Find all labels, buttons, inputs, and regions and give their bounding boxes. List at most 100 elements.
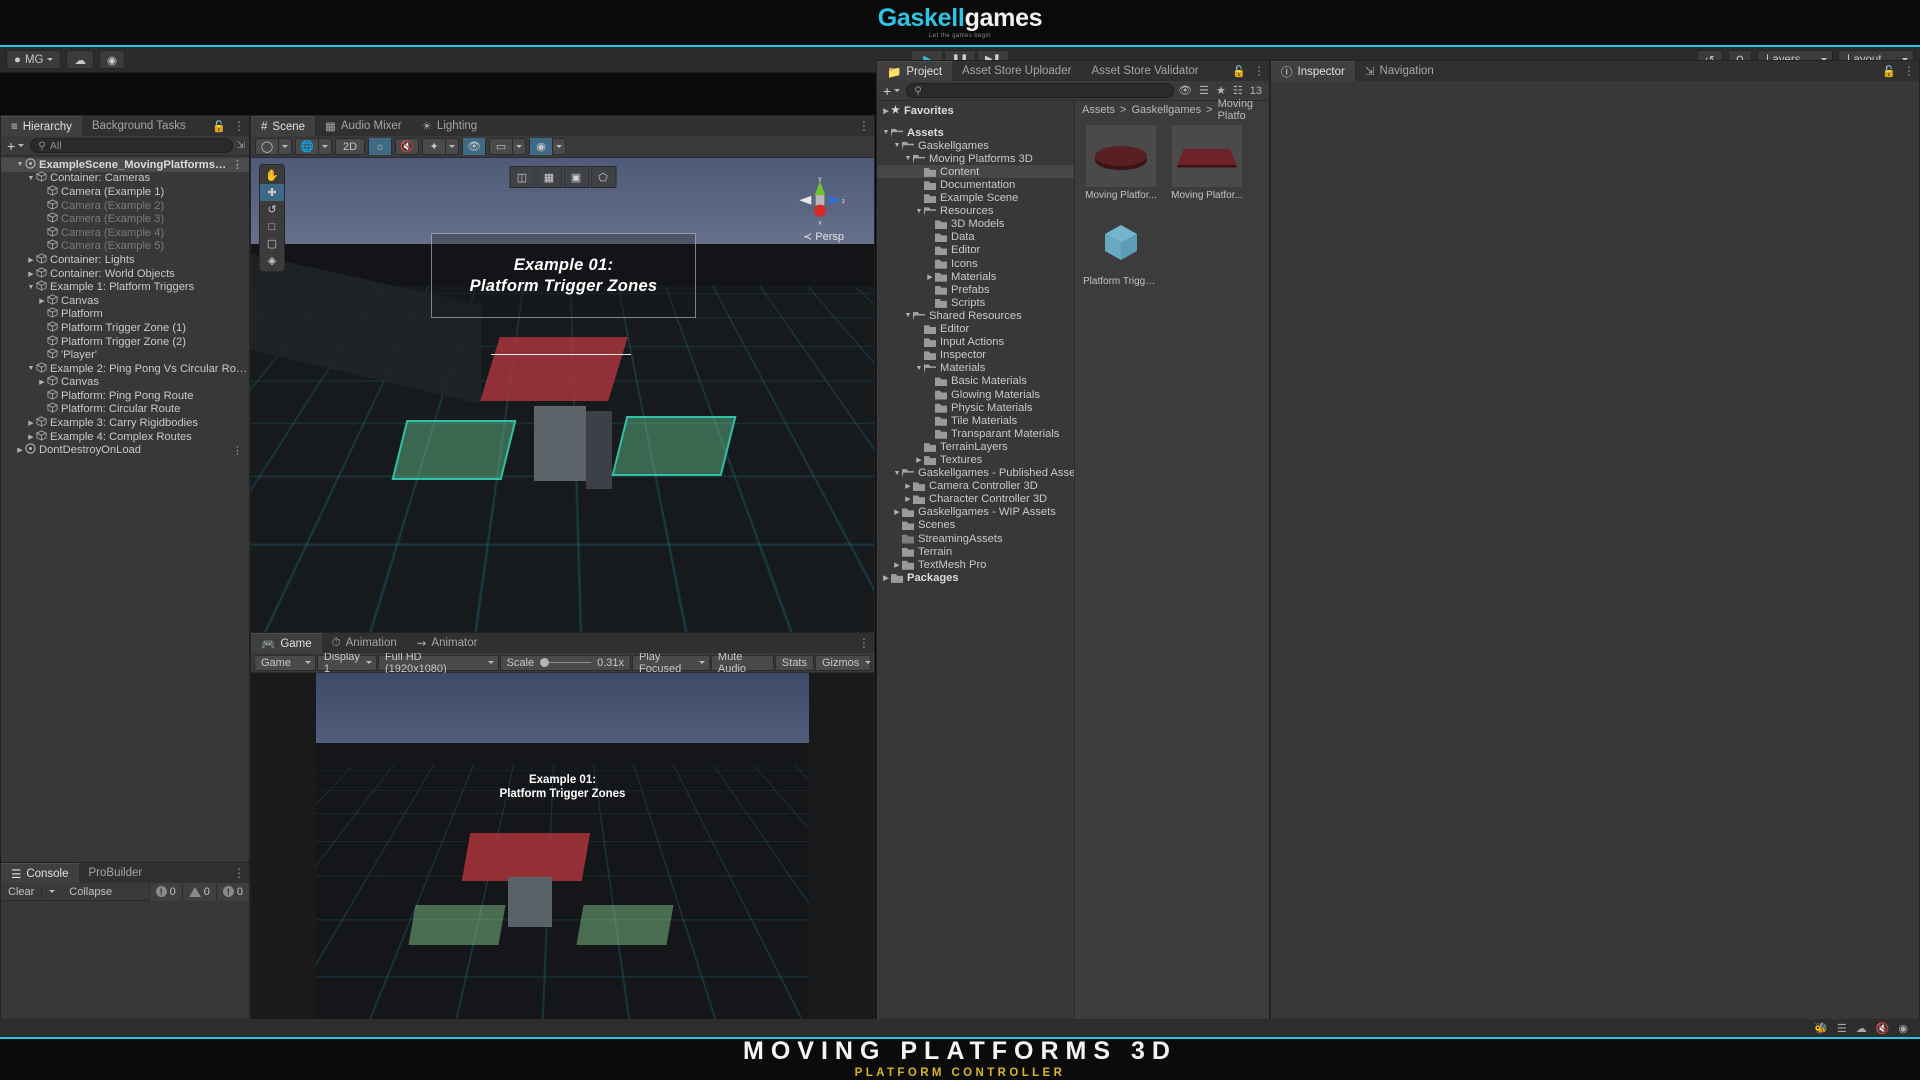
disclosure-triangle-icon[interactable]: ▼ [903, 312, 913, 319]
project-tree-item[interactable]: ▶ ★ Favorites [877, 104, 1074, 117]
kebab-menu-icon[interactable]: ⋮ [858, 636, 870, 650]
star-favorite-icon[interactable]: ★ [1216, 84, 1226, 97]
shade-textured-button[interactable]: ⬠ [590, 166, 616, 188]
layers-status-icon[interactable]: ☰ [1837, 1022, 1847, 1035]
filter-icon[interactable]: ☰ [1199, 84, 1209, 97]
project-tree-item[interactable]: Documentation [877, 178, 1074, 191]
tab-probuilder[interactable]: ProBuilder [79, 863, 153, 883]
resolution-dropdown[interactable]: Full HD (1920x1080) [377, 651, 499, 675]
tab-asset-store-uploader[interactable]: Asset Store Uploader [952, 61, 1081, 81]
hierarchy-item[interactable]: 'Player' [1, 348, 249, 362]
tab-inspector[interactable]: ⓘ Inspector [1271, 61, 1355, 81]
project-tree-item[interactable]: ▼ Moving Platforms 3D [877, 152, 1074, 165]
mute-status-icon[interactable]: 🔇 [1876, 1022, 1890, 1035]
disclosure-triangle-icon[interactable]: ▶ [26, 270, 36, 278]
hierarchy-item[interactable]: Platform Trigger Zone (2) [1, 334, 249, 349]
project-tree-item[interactable]: ▼ Materials [877, 362, 1074, 375]
scene-gizmos-dropdown[interactable]: ◉ [529, 138, 567, 155]
scene-lighting-toggle[interactable]: ☼ [368, 138, 393, 155]
collapse-toggle[interactable]: Collapse [62, 883, 119, 901]
tab-audio-mixer[interactable]: ▦ Audio Mixer [315, 116, 412, 136]
bug-icon[interactable]: 🐝 [1814, 1022, 1828, 1035]
tab-animator[interactable]: ⇝ Animator [407, 633, 488, 653]
cloud-button[interactable]: ☁ [66, 50, 94, 69]
kebab-menu-icon[interactable]: ⋮ [233, 119, 245, 133]
disclosure-triangle-icon[interactable]: ▶ [15, 446, 25, 454]
shade-grid-button[interactable]: ▦ [536, 166, 562, 188]
tab-game[interactable]: 🎮 Game [251, 633, 322, 653]
scene-camera-dropdown[interactable]: ▭ [489, 138, 527, 155]
cloud-status-icon[interactable]: ☁ [1856, 1022, 1867, 1035]
disclosure-triangle-icon[interactable]: ▶ [881, 107, 891, 115]
disclosure-triangle-icon[interactable]: ▼ [881, 129, 891, 136]
tab-animation[interactable]: ⏱ Animation [322, 633, 407, 653]
play-mode-dropdown[interactable]: Play Focused [632, 651, 710, 675]
project-tree-item[interactable]: Content [877, 165, 1074, 179]
tab-asset-store-validator[interactable]: Asset Store Validator [1081, 61, 1208, 81]
breadcrumb-item[interactable]: Gaskellgames [1131, 104, 1201, 116]
project-tree-item[interactable]: Basic Materials [877, 375, 1074, 388]
project-tree-item[interactable]: Terrain [877, 545, 1074, 558]
disclosure-triangle-icon[interactable]: ▼ [892, 142, 902, 149]
shading-mode-dropdown[interactable]: ◯ [255, 138, 292, 155]
disclosure-triangle-icon[interactable]: ▶ [925, 273, 935, 281]
transform-tool[interactable]: ◈ [260, 252, 284, 269]
disclosure-triangle-icon[interactable]: ▶ [892, 508, 902, 516]
disclosure-triangle-icon[interactable]: ▶ [37, 297, 47, 305]
project-tree-item[interactable] [877, 117, 1074, 126]
hierarchy-item[interactable]: ▶ Canvas [1, 375, 249, 390]
kebab-menu-icon[interactable]: ⋮ [858, 119, 870, 133]
project-tree-item[interactable]: 3D Models [877, 218, 1074, 231]
kebab-menu-icon[interactable]: ⋮ [232, 158, 249, 171]
disclosure-triangle-icon[interactable]: ▶ [881, 574, 891, 582]
create-asset-button[interactable]: + [881, 83, 902, 99]
hierarchy-item[interactable]: ▶ Example 3: Carry Rigidbodies [1, 416, 249, 430]
scene-shading-overlay[interactable]: ◫ ▦ ▣ ⬠ [509, 166, 616, 188]
gizmos-dropdown[interactable]: Gizmos [815, 654, 872, 671]
draw-mode-dropdown[interactable]: 🌐 [295, 138, 332, 155]
project-tree-item[interactable]: Inspector [877, 349, 1074, 362]
rotate-tool[interactable]: ↺ [260, 201, 284, 218]
hierarchy-search-input[interactable]: ⚲ All [30, 138, 233, 153]
hierarchy-item[interactable]: Camera (Example 5) [1, 239, 249, 254]
project-tree-item[interactable]: Tile Materials [877, 414, 1074, 427]
project-tree-item[interactable]: Example Scene [877, 192, 1074, 205]
disclosure-triangle-icon[interactable]: ▶ [903, 482, 913, 490]
project-tree-item[interactable]: ▶ TextMesh Pro [877, 558, 1074, 571]
breadcrumb-item[interactable]: Assets [1082, 104, 1115, 116]
kebab-menu-icon[interactable]: ⋮ [232, 444, 249, 457]
lock-icon[interactable]: 🔓 [1232, 65, 1246, 78]
disclosure-triangle-icon[interactable]: ▶ [26, 256, 36, 264]
project-tree-item[interactable]: Input Actions [877, 336, 1074, 349]
disclosure-triangle-icon[interactable]: ▼ [26, 284, 36, 291]
tab-hierarchy[interactable]: ≡ Hierarchy [1, 116, 82, 136]
hierarchy-item[interactable]: ▼ ExampleScene_MovingPlatforms3D* ⋮ [1, 158, 249, 172]
tab-scene[interactable]: # Scene [251, 116, 316, 136]
scale-slider[interactable]: Scale 0.31x [499, 654, 632, 671]
disclosure-triangle-icon[interactable]: ▼ [15, 161, 25, 168]
project-tree-item[interactable]: ▼ Gaskellgames - Published Assets [877, 467, 1074, 480]
project-tree-item[interactable]: Editor [877, 244, 1074, 257]
project-search-input[interactable]: ⚲ [906, 83, 1175, 98]
warning-count[interactable]: 0 [181, 882, 216, 901]
hand-tool[interactable]: ✋ [260, 167, 284, 184]
layout-icon[interactable]: ☷ [1233, 84, 1243, 97]
project-tree-item[interactable]: ▶ Camera Controller 3D [877, 480, 1074, 493]
disclosure-triangle-icon[interactable]: ▼ [26, 365, 36, 372]
inspector-content[interactable] [1271, 81, 1919, 1073]
scene-perspective-label[interactable]: ≺ Persp [803, 230, 844, 243]
asset-item[interactable]: Moving Platfor... [1169, 125, 1245, 201]
disclosure-triangle-icon[interactable]: ▶ [37, 378, 47, 386]
account-button[interactable]: ● MG [6, 50, 62, 69]
disclosure-triangle-icon[interactable]: ▶ [26, 419, 36, 427]
asset-item[interactable]: Moving Platfor... [1083, 125, 1159, 201]
disclosure-triangle-icon[interactable]: ▼ [903, 155, 913, 162]
project-tree-item[interactable]: ▶ Character Controller 3D [877, 493, 1074, 506]
asset-grid[interactable]: Moving Platfor... Moving Platfor... Platfo… [1075, 119, 1269, 293]
hierarchy-item[interactable]: ▼ Example 1: Platform Triggers [1, 280, 249, 294]
project-tree-item[interactable]: Scripts [877, 296, 1074, 309]
disclosure-triangle-icon[interactable]: ▶ [892, 561, 902, 569]
hierarchy-item[interactable]: Camera (Example 2) [1, 198, 249, 213]
project-tree-item[interactable]: ▶ Gaskellgames - WIP Assets [877, 506, 1074, 519]
kebab-menu-icon[interactable]: ⋮ [1903, 64, 1915, 78]
